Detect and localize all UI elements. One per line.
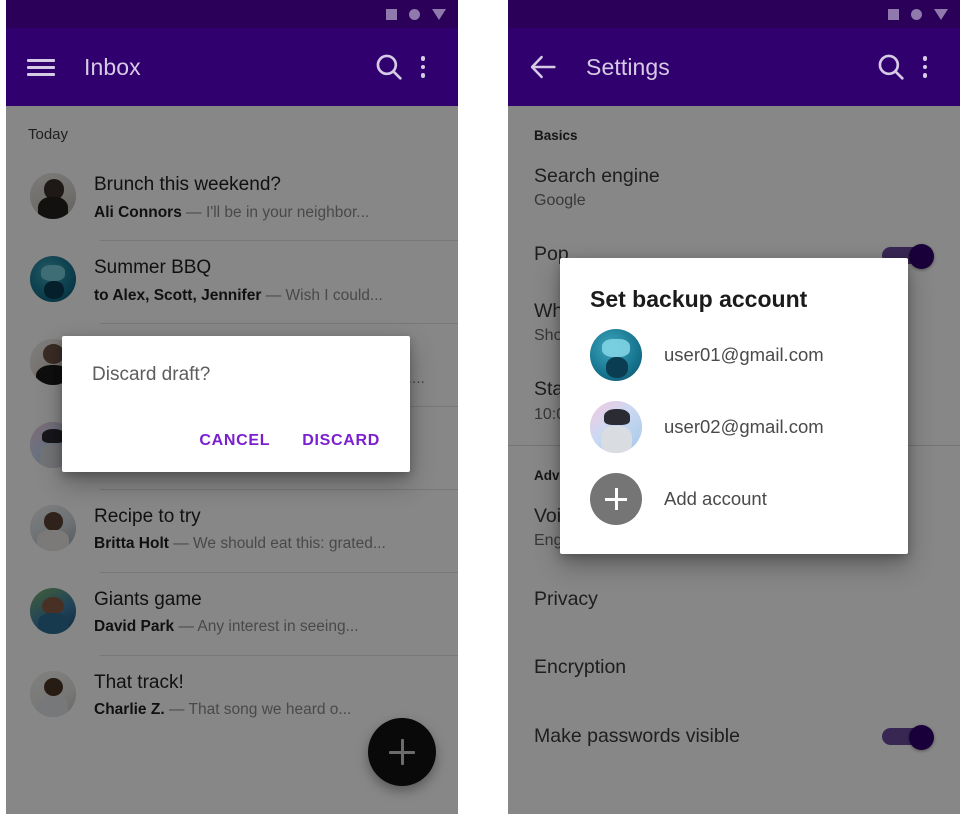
dialog-actions: CANCEL DISCARD [185, 422, 394, 460]
arrow-back-icon[interactable] [526, 50, 560, 84]
avatar [30, 504, 76, 551]
cancel-button[interactable]: CANCEL [185, 422, 284, 460]
setting-toggle[interactable] [882, 724, 934, 750]
avatar [590, 329, 642, 381]
compose-fab-button[interactable] [368, 718, 436, 786]
avatar [30, 587, 76, 634]
mail-subject: Brunch this weekend? [94, 174, 281, 195]
mail-snippet: — Wish I could... [265, 286, 383, 304]
add-account-option[interactable]: Add account [560, 463, 908, 535]
mail-sender: Ali Connors [94, 203, 182, 221]
hamburger-menu-icon[interactable] [24, 50, 58, 84]
setting-row-search-engine[interactable]: Search engine Google [508, 147, 960, 225]
toggle-knob [909, 243, 934, 269]
mail-sender: to Alex, Scott, Jennifer [94, 286, 262, 304]
list-section-header: Today [28, 126, 69, 143]
setting-title: Privacy [534, 587, 598, 610]
mail-preview: to Alex, Scott, Jennifer — Wish I could.… [94, 284, 442, 307]
avatar [30, 255, 76, 302]
search-icon[interactable] [372, 50, 406, 84]
list-item[interactable]: Summer BBQ to Alex, Scott, Jennifer — Wi… [6, 239, 458, 323]
mail-preview: Ali Connors — I'll be in your neighbor..… [94, 201, 442, 224]
mail-preview: David Park — Any interest in seeing... [94, 615, 442, 638]
setting-subtitle: Google [534, 192, 586, 210]
setting-title: Encryption [534, 656, 627, 679]
screenshot-stage: Inbox Today Brunch this weekend? Ali Con… [0, 0, 978, 822]
account-email: user01@gmail.com [664, 344, 824, 365]
square-icon [386, 8, 397, 20]
discard-button[interactable]: DISCARD [288, 422, 394, 460]
mail-subject: Summer BBQ [94, 256, 212, 278]
search-icon[interactable] [874, 50, 908, 84]
app-bar-inbox: Inbox [6, 28, 458, 106]
mail-sender: Britta Holt [94, 535, 169, 553]
setting-row-encryption[interactable]: Encryption [508, 633, 960, 701]
account-email: user02@gmail.com [664, 416, 824, 437]
account-option-user01[interactable]: user01@gmail.com [560, 319, 908, 391]
triangle-down-icon [934, 8, 948, 20]
phone-left-inbox: Inbox Today Brunch this weekend? Ali Con… [6, 0, 458, 814]
list-item[interactable]: Brunch this weekend? Ali Connors — I'll … [6, 157, 458, 240]
status-bar-right [508, 0, 960, 28]
plus-icon [590, 473, 642, 525]
mail-snippet: — I'll be in your neighbor... [186, 203, 370, 221]
mail-preview: Britta Holt — We should eat this: grated… [94, 532, 442, 555]
mail-snippet: — Any interest in seeing... [178, 618, 359, 636]
set-backup-account-dialog: Set backup account user01@gmail.com user… [560, 258, 908, 554]
mail-subject: That track! [94, 671, 184, 693]
square-icon [888, 8, 899, 20]
avatar [30, 670, 76, 717]
list-item[interactable]: Recipe to try Britta Holt — We should ea… [6, 488, 458, 572]
dialog-message: Discard draft? [92, 364, 211, 385]
more-vert-icon[interactable] [908, 50, 942, 84]
toggle-knob [909, 724, 934, 750]
circle-icon [911, 8, 922, 20]
account-option-user02[interactable]: user02@gmail.com [560, 391, 908, 463]
discard-draft-dialog: Discard draft? CANCEL DISCARD [62, 336, 410, 472]
circle-icon [409, 8, 420, 20]
mail-sender: Charlie Z. [94, 701, 165, 719]
avatar [590, 401, 642, 453]
mail-snippet: — We should eat this: grated... [173, 535, 386, 553]
setting-row-make-passwords-visible[interactable]: Make passwords visible [508, 702, 960, 770]
phone-right-settings: Settings Basics Search engine Google Pop… [508, 0, 960, 814]
page-title: Inbox [84, 53, 141, 80]
dialog-title: Set backup account [590, 286, 808, 312]
list-item[interactable]: Giants game David Park — Any interest in… [6, 571, 458, 655]
avatar [30, 173, 76, 219]
section-header-basics: Basics [534, 128, 578, 143]
mail-snippet: — That song we heard o... [168, 701, 352, 719]
page-title: Settings [586, 53, 670, 80]
mail-sender: David Park [94, 618, 175, 636]
triangle-down-icon [432, 8, 446, 20]
mail-subject: Recipe to try [94, 505, 201, 527]
mail-subject: Giants game [94, 588, 202, 610]
setting-title: Make passwords visible [534, 724, 740, 747]
add-account-label: Add account [664, 488, 767, 509]
status-bar-left [6, 0, 458, 28]
more-vert-icon[interactable] [406, 50, 440, 84]
mail-preview: Charlie Z. — That song we heard o... [94, 698, 442, 721]
setting-title: Search engine [534, 165, 660, 187]
setting-row-privacy[interactable]: Privacy [508, 565, 960, 633]
app-bar-settings: Settings [508, 28, 960, 106]
plus-icon [389, 739, 415, 765]
